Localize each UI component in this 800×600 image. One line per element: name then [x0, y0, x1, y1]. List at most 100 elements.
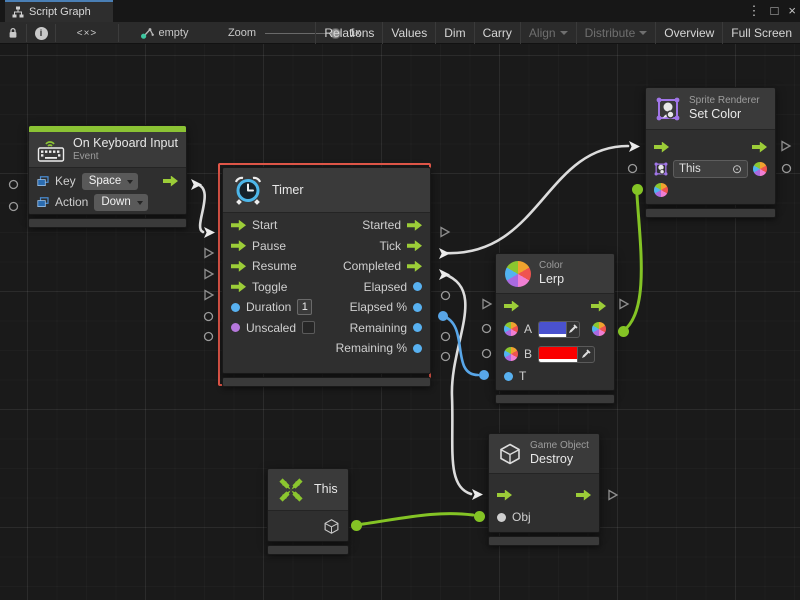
node-set-color[interactable]: Sprite Renderer Set Color [645, 87, 776, 218]
window-close-icon[interactable]: × [788, 0, 796, 22]
flow-in-port-resume[interactable] [231, 261, 246, 272]
wire-completed-to-destroy[interactable] [444, 274, 471, 494]
flow-in-port[interactable] [504, 301, 519, 312]
value-in-port-t[interactable] [504, 372, 513, 381]
timer-started-out-port[interactable] [438, 225, 452, 239]
timer-tick-out-connected[interactable] [437, 246, 451, 260]
toolbar: i <×> empty Zoom 1x Relations Values Dim… [0, 22, 800, 44]
timer-remainingpct-out-port[interactable] [438, 349, 452, 363]
flow-in-port[interactable] [497, 490, 512, 501]
flow-out-port[interactable] [576, 490, 591, 501]
flow-in-port-toggle[interactable] [231, 281, 246, 292]
sprite-renderer-port-icon[interactable] [654, 162, 668, 176]
setcolor-target-in-port[interactable] [625, 161, 639, 175]
value-in-port-duration[interactable] [231, 303, 240, 312]
graph-canvas[interactable]: On Keyboard Input Event Key Space [0, 44, 800, 600]
flow-in-port[interactable] [654, 142, 669, 153]
destroy-obj-in-connected[interactable] [472, 509, 486, 523]
flow-out-port-completed[interactable] [407, 261, 422, 272]
gameobject-out-port[interactable] [323, 518, 340, 535]
graph-pointer-button[interactable]: empty [134, 22, 194, 44]
wire-elapsedpct-to-lerp-t[interactable] [443, 316, 478, 375]
relations-button[interactable]: Relations [315, 22, 382, 44]
flow-out-port[interactable] [591, 301, 606, 312]
window-menu-icon[interactable]: ⋮ [748, 0, 761, 22]
color-out-port[interactable] [753, 162, 767, 176]
target-field[interactable]: This ⊙ [673, 160, 748, 178]
timer-remaining-out-port[interactable] [438, 329, 452, 343]
setcolor-flow-in-connected[interactable] [627, 139, 641, 153]
carry-button[interactable]: Carry [474, 22, 520, 44]
node-destroy[interactable]: Game Object Destroy Obj [488, 433, 600, 546]
node-on-keyboard-input[interactable]: On Keyboard Input Event Key Space [28, 125, 187, 228]
timer-resume-in-port[interactable] [202, 267, 216, 281]
color-b-field[interactable] [538, 346, 595, 363]
color-in-port-a[interactable] [504, 322, 518, 336]
dim-button[interactable]: Dim [435, 22, 473, 44]
flow-out-port[interactable] [163, 176, 178, 187]
lock-button[interactable] [2, 22, 24, 44]
eyedropper-icon[interactable] [577, 347, 594, 362]
value-in-port-obj[interactable] [497, 513, 506, 522]
object-picker-icon[interactable]: ⊙ [732, 163, 742, 175]
eyedropper-icon[interactable] [566, 322, 579, 337]
timer-start-in-connected[interactable] [202, 225, 216, 239]
destroy-flow-in-connected[interactable] [470, 487, 484, 501]
tab-script-graph[interactable]: Script Graph [5, 0, 113, 22]
duration-input[interactable]: 1 [297, 299, 312, 315]
overview-button[interactable]: Overview [655, 22, 722, 44]
fullscreen-button[interactable]: Full Screen [722, 22, 800, 44]
value-out-port-remaining-pct[interactable] [413, 344, 422, 353]
distribute-dropdown[interactable]: Distribute [576, 22, 656, 44]
timer-unscaled-in-port[interactable] [201, 329, 215, 343]
color-out-port[interactable] [592, 322, 606, 336]
timer-toggle-in-port[interactable] [202, 288, 216, 302]
flow-in-port-start[interactable] [231, 220, 246, 231]
lerp-t-in-connected[interactable] [477, 368, 491, 382]
color-a-field[interactable] [538, 321, 580, 338]
lerp-color-out-connected[interactable] [616, 324, 630, 338]
setcolor-color-in-connected[interactable] [630, 182, 644, 196]
lerp-flow-out-port[interactable] [617, 297, 631, 311]
flow-out-port-started[interactable] [407, 220, 422, 231]
graph-input-port[interactable] [6, 199, 20, 213]
window-maximize-icon[interactable]: □ [771, 0, 779, 22]
value-out-port-elapsed[interactable] [413, 282, 422, 291]
timer-duration-in-port[interactable] [201, 309, 215, 323]
this-out-connected[interactable] [349, 518, 363, 532]
collapse-button[interactable]: <×> [56, 22, 118, 44]
lerp-a-in-port[interactable] [479, 321, 493, 335]
wire-this-to-destroy-obj[interactable] [356, 514, 473, 525]
timer-pause-in-port[interactable] [202, 246, 216, 260]
node-this[interactable]: This [267, 468, 349, 555]
lerp-b-in-port[interactable] [479, 346, 493, 360]
value-out-port-remaining[interactable] [413, 323, 422, 332]
key-dropdown[interactable]: Space [82, 173, 139, 190]
value-out-port-elapsed-pct[interactable] [413, 303, 422, 312]
node-footer [28, 218, 187, 228]
flow-out-port-tick[interactable] [407, 240, 422, 251]
node-color-lerp[interactable]: Color Lerp A [495, 253, 615, 404]
timer-elapsed-out-port[interactable] [438, 288, 452, 302]
node-timer[interactable]: Timer Start Started Pause Tick [222, 167, 431, 387]
target-value: This [679, 163, 728, 175]
setcolor-color-out-port[interactable] [779, 161, 793, 175]
graph-input-port[interactable] [6, 177, 20, 191]
keyboard-flow-out-connected[interactable] [189, 177, 203, 191]
destroy-flow-out-port[interactable] [606, 488, 620, 502]
unscaled-checkbox[interactable] [302, 321, 315, 334]
timer-completed-out-connected[interactable] [437, 267, 451, 281]
timer-elapsedpct-out-connected[interactable] [436, 309, 450, 323]
values-button[interactable]: Values [382, 22, 435, 44]
align-dropdown[interactable]: Align [520, 22, 576, 44]
setcolor-flow-out-port[interactable] [779, 139, 793, 153]
flow-out-port[interactable] [752, 142, 767, 153]
value-in-port-unscaled[interactable] [231, 323, 240, 332]
lerp-flow-in-port[interactable] [480, 297, 494, 311]
action-dropdown[interactable]: Down [94, 194, 147, 211]
color-in-port[interactable] [654, 183, 668, 197]
color-in-port-b[interactable] [504, 347, 518, 361]
flow-in-port-pause[interactable] [231, 240, 246, 251]
wire-tick-to-setcolor[interactable] [444, 146, 628, 253]
info-button[interactable]: i [27, 22, 55, 44]
